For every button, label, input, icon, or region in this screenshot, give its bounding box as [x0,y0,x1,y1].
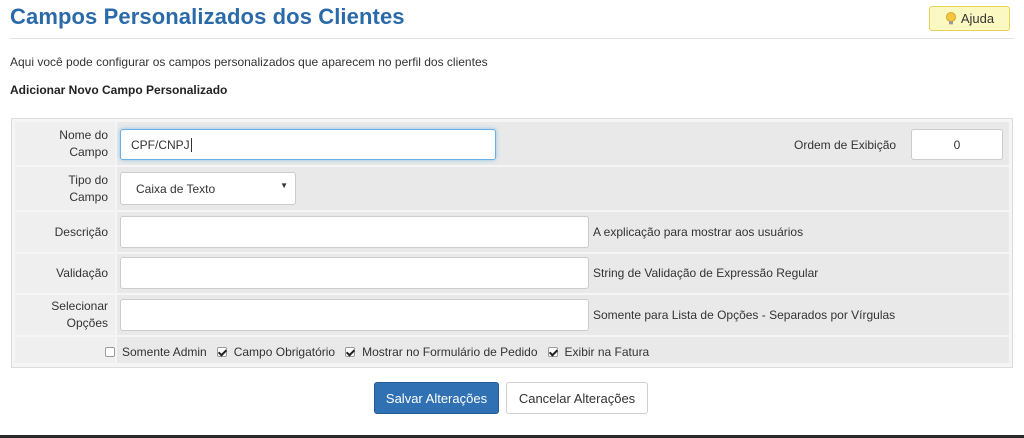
description-label: Descrição [15,212,115,252]
display-order-input[interactable]: 0 [911,129,1003,160]
admin-only-checkbox[interactable]: Somente Admin [105,345,207,359]
options-hint: Somente para Lista de Opções - Separados… [593,308,896,322]
help-button-label: Ajuda [960,11,995,26]
description-hint: A explicação para mostrar aos usuários [593,225,804,239]
save-button[interactable]: Salvar Alterações [374,382,499,414]
lightbulb-icon [945,11,956,24]
validation-label: Validação [15,254,115,293]
field-type-select[interactable]: Caixa de Texto ▼ [120,172,296,205]
field-name-row: Nome do Campo CPF/CNPJ Ordem de Exibição … [15,122,1009,167]
checkbox-checked-icon [547,347,558,357]
show-on-invoice-checkbox[interactable]: Exibir na Fatura [547,345,649,359]
help-button[interactable]: Ajuda [929,6,1010,31]
checkbox-unchecked-icon [105,347,115,357]
section-title: Adicionar Novo Campo Personalizado [10,83,228,97]
options-input[interactable] [120,299,589,331]
checkbox-checked-icon [216,347,227,357]
title-divider [10,38,1014,39]
field-name-input[interactable]: CPF/CNPJ [120,129,496,160]
text-caret [190,137,192,152]
options-row: Selecionar Opções Somente para Lista de O… [15,295,1009,337]
field-type-row: Tipo do Campo Caixa de Texto ▼ [15,167,1009,212]
checkbox-checked-icon [345,347,356,357]
required-field-checkbox[interactable]: Campo Obrigatório [216,345,335,359]
field-type-label: Tipo do Campo [15,167,115,210]
field-name-label: Nome do Campo [15,122,115,165]
display-order-label: Ordem de Exibição [794,138,897,152]
dropdown-arrow-icon: ▼ [280,181,288,190]
validation-input[interactable] [120,257,589,289]
validation-hint: String de Validação de Expressão Regular [593,266,819,280]
show-on-order-form-checkbox[interactable]: Mostrar no Formulário de Pedido [345,345,538,359]
cancel-button[interactable]: Cancelar Alterações [506,382,648,414]
intro-text: Aqui você pode configurar os campos pers… [10,55,488,69]
description-row: Descrição A explicação para mostrar aos … [15,212,1009,254]
custom-field-form: Nome do Campo CPF/CNPJ Ordem de Exibição … [11,118,1013,368]
page-title: Campos Personalizados dos Clientes [10,4,405,29]
description-input[interactable] [120,216,589,248]
options-label: Selecionar Opções [15,295,115,335]
flags-group: Somente Admin Campo Obrigatório Mostrar … [105,343,659,361]
validation-row: Validação String de Validação de Express… [15,254,1009,295]
